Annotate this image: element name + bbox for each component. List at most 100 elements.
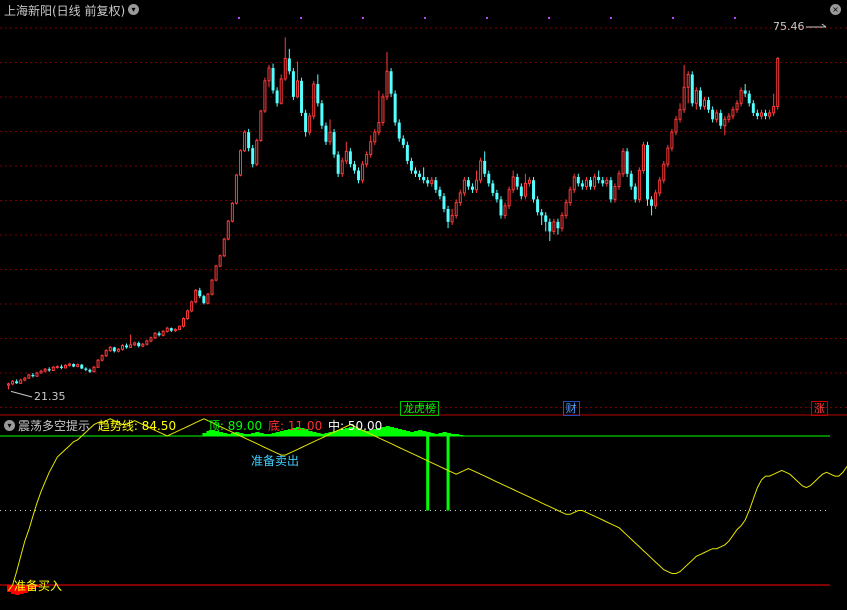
top-histogram-bar [397,429,403,437]
top-histogram-bar [442,432,447,437]
candle-body [458,192,462,204]
candle-body [55,366,59,369]
candle-body [601,180,605,184]
candle-body [328,131,332,143]
candle-body [263,80,267,112]
candle-body [589,180,593,187]
candle-body [320,103,324,126]
candle-body [650,199,654,206]
candle-body [434,180,438,190]
stock-chart[interactable]: 75.46 21.35 [0,0,847,610]
candle-body [59,366,63,368]
bottom-label: 底: [267,419,285,433]
top-histogram-bar [243,434,248,437]
candle-body [11,380,15,385]
top-histogram-bar [422,431,427,437]
candle-body [593,176,597,188]
top-histogram-bar [426,432,431,437]
candle-body [686,73,690,88]
top-histogram-bar [409,432,415,437]
marker-dot [362,17,364,19]
marker-dot [610,17,612,19]
candle-body [776,57,780,107]
candle-body [137,342,141,347]
candle-body [768,112,772,117]
candle-body [617,173,621,188]
top-histogram-bar [414,431,419,437]
chevron-down-icon[interactable]: ▾ [128,4,139,15]
candle-body [177,325,181,330]
sell-signal-bar [446,436,450,511]
candle-body [470,186,474,190]
candle-body [393,93,397,123]
candle-body [739,89,743,104]
top-histogram-bar [434,434,439,437]
candle-body [76,364,80,368]
candle-body [129,344,133,348]
candle-body [690,74,694,104]
candle-body [674,118,678,133]
candle-body [27,374,31,379]
indicator-menu-icon[interactable]: ▾ [4,420,15,431]
candle-body [116,348,120,352]
candle-body [731,109,735,117]
candle-body [39,370,43,374]
candle-body [194,289,198,303]
candle-body [609,180,613,200]
badge-zhang[interactable]: 涨 [810,401,828,416]
top-histogram-bar [226,434,232,437]
candle-body [605,179,609,184]
candle-body [719,112,723,126]
candle-body [230,202,234,222]
candle-body [666,147,670,165]
close-icon[interactable]: × [830,4,841,15]
marker-dot [734,17,736,19]
candle-body [629,173,633,187]
bottom-value: 11.00 [287,419,323,433]
candle-body [564,202,568,216]
candle-body [291,71,295,97]
candle-body [182,318,186,327]
candle-body [145,340,149,345]
candle-body [68,363,72,366]
candle-body [454,202,458,216]
candle-body [548,221,552,232]
candle-body [641,144,645,172]
badge-lhb[interactable]: 龙虎榜 [400,401,440,416]
candle-body [72,364,76,367]
candle-body [633,186,637,200]
badge-cai[interactable]: 财 [562,401,580,416]
candle-body [92,366,96,373]
top-histogram-bar [401,430,407,437]
mid-label: 中: [328,419,345,433]
candle-body [637,170,641,200]
candle-body [153,332,157,339]
candle-body [133,342,137,346]
candle-body [365,154,369,165]
candle-body [743,90,747,94]
candle-body [165,327,169,332]
candle-body [654,192,658,207]
trend-label: 趋势线: [97,419,138,433]
candle-body [678,109,682,120]
candle-body [414,170,417,174]
top-histogram-bar [320,434,325,437]
candle-body [279,78,283,104]
candle-body [698,90,702,107]
candle-body [308,115,312,133]
sell-signal-label: 准备卖出 [251,454,300,468]
candle-body [747,93,751,104]
candle-body [202,296,206,304]
candle-body [711,109,715,120]
low-price-pointer [10,390,33,398]
candle-body [670,131,674,149]
candle-body [450,214,454,223]
chart-title: 上海新阳(日线 前复权) [4,4,126,18]
candle-body [397,122,401,139]
candle-body [442,196,446,209]
candle-body [222,238,226,257]
candle-body [580,183,584,187]
candle-body [446,209,450,222]
candle-body [340,160,344,175]
candle-body [108,346,112,352]
